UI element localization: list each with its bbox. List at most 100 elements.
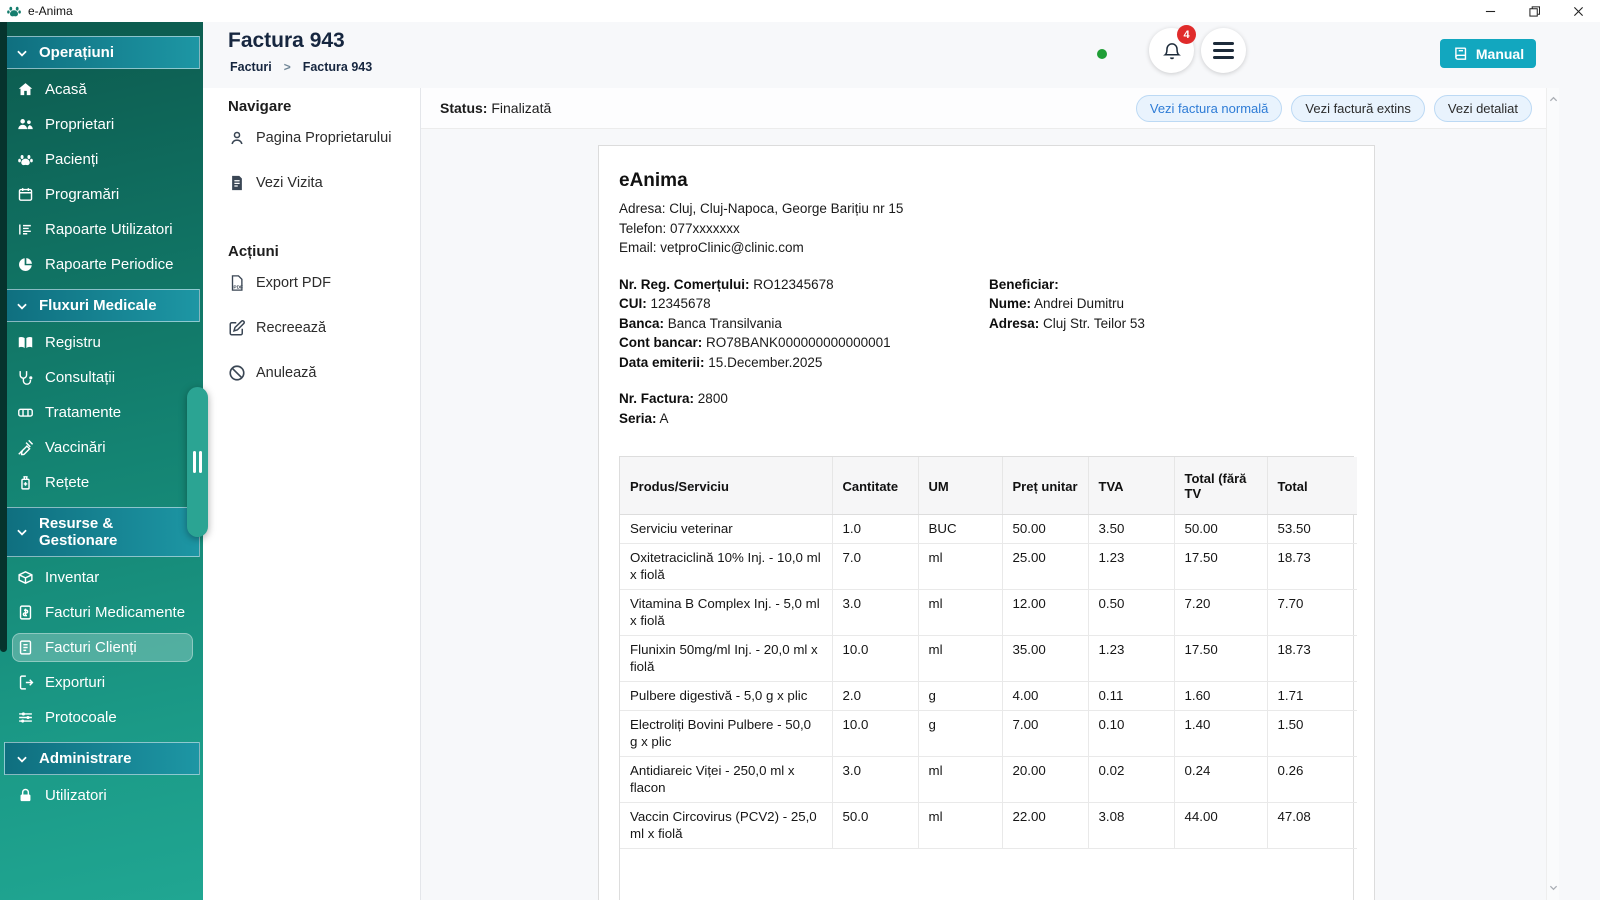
col-um: UM: [918, 457, 1002, 515]
sidebar-item-rapoarte-periodice[interactable]: Rapoarte Periodice: [12, 250, 193, 279]
sidebar-scrollbar[interactable]: [0, 22, 7, 652]
paw-icon: [17, 151, 34, 168]
sidebar-item-consultatii[interactable]: Consultații: [12, 363, 193, 392]
table-cell: 3.0: [832, 590, 918, 636]
col-produs-serviciu: Produs/Serviciu: [620, 457, 832, 515]
sidebar-item-rapoarte-utilizatori[interactable]: Rapoarte Utilizatori: [12, 215, 193, 244]
sidebar-item-utilizatori[interactable]: Utilizatori: [12, 781, 193, 810]
sidebar-item-protocoale[interactable]: Protocoale: [12, 703, 193, 732]
nav-item-pagina-proprietarului[interactable]: Pagina Proprietarului: [228, 129, 420, 147]
status-label: Status:: [440, 100, 487, 116]
table-cell: 35.00: [1002, 636, 1088, 682]
sidebar-item-facturi-clienti[interactable]: Facturi Clienți: [12, 633, 193, 662]
section-label: Fluxuri Medicale: [39, 297, 157, 314]
cont-bancar-field: Cont bancar: RO78BANK000000000000001: [619, 333, 989, 353]
status-text: Status: Finalizată: [440, 100, 551, 116]
table-cell: 4.00: [1002, 682, 1088, 711]
sidebar-item-proprietari[interactable]: Proprietari: [12, 110, 193, 139]
table-cell: 0.11: [1088, 682, 1174, 711]
scroll-down-icon[interactable]: [1547, 880, 1560, 894]
company-address: Adresa: Cluj, Cluj-Napoca, George Bariți…: [619, 199, 1354, 219]
sidebar-section-administrare[interactable]: Administrare: [4, 742, 200, 775]
sidebar-item-label: Tratamente: [45, 404, 121, 421]
sidebar-section-resurse-gestionare[interactable]: Resurse & Gestionare: [4, 507, 200, 557]
table-cell: 0.24: [1174, 757, 1267, 803]
table-cell: 12.00: [1002, 590, 1088, 636]
sidebar-item-tratamente[interactable]: Tratamente: [12, 398, 193, 427]
sidebar-item-label: Registru: [45, 334, 101, 351]
invoice-number-block: Nr. Factura: 2800 Seria: A: [619, 389, 1354, 428]
sidebar-item-acasa[interactable]: Acasă: [12, 75, 193, 104]
sidebar-item-label: Consultații: [45, 369, 115, 386]
nav-item-label: Vezi Vizita: [256, 175, 323, 191]
window-titlebar: e-Anima: [0, 0, 1600, 22]
sidebar-item-label: Proprietari: [45, 116, 114, 133]
status-bar: Status: Finalizată Vezi factura normală …: [421, 88, 1546, 129]
table-cell: 17.50: [1174, 636, 1267, 682]
vezi-factura-extins-button[interactable]: Vezi factură extins: [1291, 95, 1425, 122]
sidebar-item-label: Facturi Medicamente: [45, 604, 185, 621]
sidebar-item-programari[interactable]: Programări: [12, 180, 193, 209]
table-cell: ml: [918, 757, 1002, 803]
table-cell: 0.10: [1088, 711, 1174, 757]
action-export-pdf[interactable]: PDF Export PDF: [228, 274, 420, 292]
section-label: Administrare: [39, 750, 132, 767]
minimize-button[interactable]: [1468, 0, 1512, 22]
notification-badge: 4: [1177, 25, 1196, 44]
users-icon: [17, 116, 34, 133]
menu-button[interactable]: [1201, 28, 1246, 73]
scroll-up-icon[interactable]: [1547, 92, 1560, 106]
table-cell: ml: [918, 636, 1002, 682]
sidebar-item-registru[interactable]: Registru: [12, 328, 193, 357]
breadcrumb-current[interactable]: Factura 943: [303, 60, 372, 74]
table-cell: g: [918, 711, 1002, 757]
close-button[interactable]: [1556, 0, 1600, 22]
table-cell: 20.00: [1002, 757, 1088, 803]
sidebar-item-inventar[interactable]: Inventar: [12, 563, 193, 592]
sidebar-item-label: Utilizatori: [45, 787, 107, 804]
sidebar-item-vaccinari[interactable]: Vaccinări: [12, 433, 193, 462]
breadcrumb-facturi[interactable]: Facturi: [230, 60, 272, 74]
action-anuleaza[interactable]: Anulează: [228, 364, 420, 382]
invoice-document: eAnima Adresa: Cluj, Cluj-Napoca, George…: [598, 145, 1375, 900]
sidebar-section-fluxuri-medicale[interactable]: Fluxuri Medicale: [4, 289, 200, 322]
edit-icon: [228, 319, 246, 337]
nav-item-label: Pagina Proprietarului: [256, 130, 391, 146]
sidebar-item-exporturi[interactable]: Exporturi: [12, 668, 193, 697]
table-cell: 50.0: [832, 803, 918, 849]
table-cell: 10.0: [832, 636, 918, 682]
table-row: Vaccin Circovirus (PCV2) - 25,0 ml x fio…: [620, 803, 1357, 849]
prescription-icon: [17, 474, 34, 491]
table-row: Serviciu veterinar1.0BUC50.003.5050.0053…: [620, 515, 1357, 544]
sidebar-item-retete[interactable]: Rețete: [12, 468, 193, 497]
status-dot: [1097, 49, 1107, 59]
nav-item-vezi-vizita[interactable]: Vezi Vizita: [228, 174, 420, 192]
pie-chart-icon: [17, 256, 34, 273]
sidebar-item-pacienti[interactable]: Pacienți: [12, 145, 193, 174]
sidebar-item-label: Exporturi: [45, 674, 105, 691]
content-scrollbar[interactable]: [1546, 88, 1559, 900]
treatment-icon: [17, 404, 34, 421]
restore-button[interactable]: [1512, 0, 1556, 22]
sidebar-section-operatiuni[interactable]: Operațiuni: [4, 36, 200, 69]
syringe-icon: [17, 439, 34, 456]
notifications-button[interactable]: 4: [1149, 28, 1194, 73]
app-window: e-Anima Operațiuni Acasă Proprietari Pac…: [0, 0, 1600, 900]
table-cell: 3.08: [1088, 803, 1174, 849]
action-label: Export PDF: [256, 275, 331, 291]
table-cell: 25.00: [1002, 544, 1088, 590]
vezi-factura-normala-button[interactable]: Vezi factura normală: [1136, 95, 1283, 122]
nr-factura-field: Nr. Factura: 2800: [619, 389, 1354, 409]
hamburger-icon: [1213, 42, 1234, 59]
col-cantitate: Cantitate: [832, 457, 918, 515]
table-cell: 1.23: [1088, 636, 1174, 682]
action-recreeaza[interactable]: Recreează: [228, 319, 420, 337]
inventory-box-icon: [17, 569, 34, 586]
actiuni-heading: Acțiuni: [228, 243, 420, 260]
manual-button[interactable]: Manual: [1440, 39, 1536, 68]
sidebar-item-facturi-medicamente[interactable]: Facturi Medicamente: [12, 598, 193, 627]
vezi-detaliat-button[interactable]: Vezi detaliat: [1434, 95, 1532, 122]
action-label: Recreează: [256, 320, 326, 336]
sidebar-collapse-handle[interactable]: [187, 387, 208, 537]
sliders-icon: [17, 709, 34, 726]
